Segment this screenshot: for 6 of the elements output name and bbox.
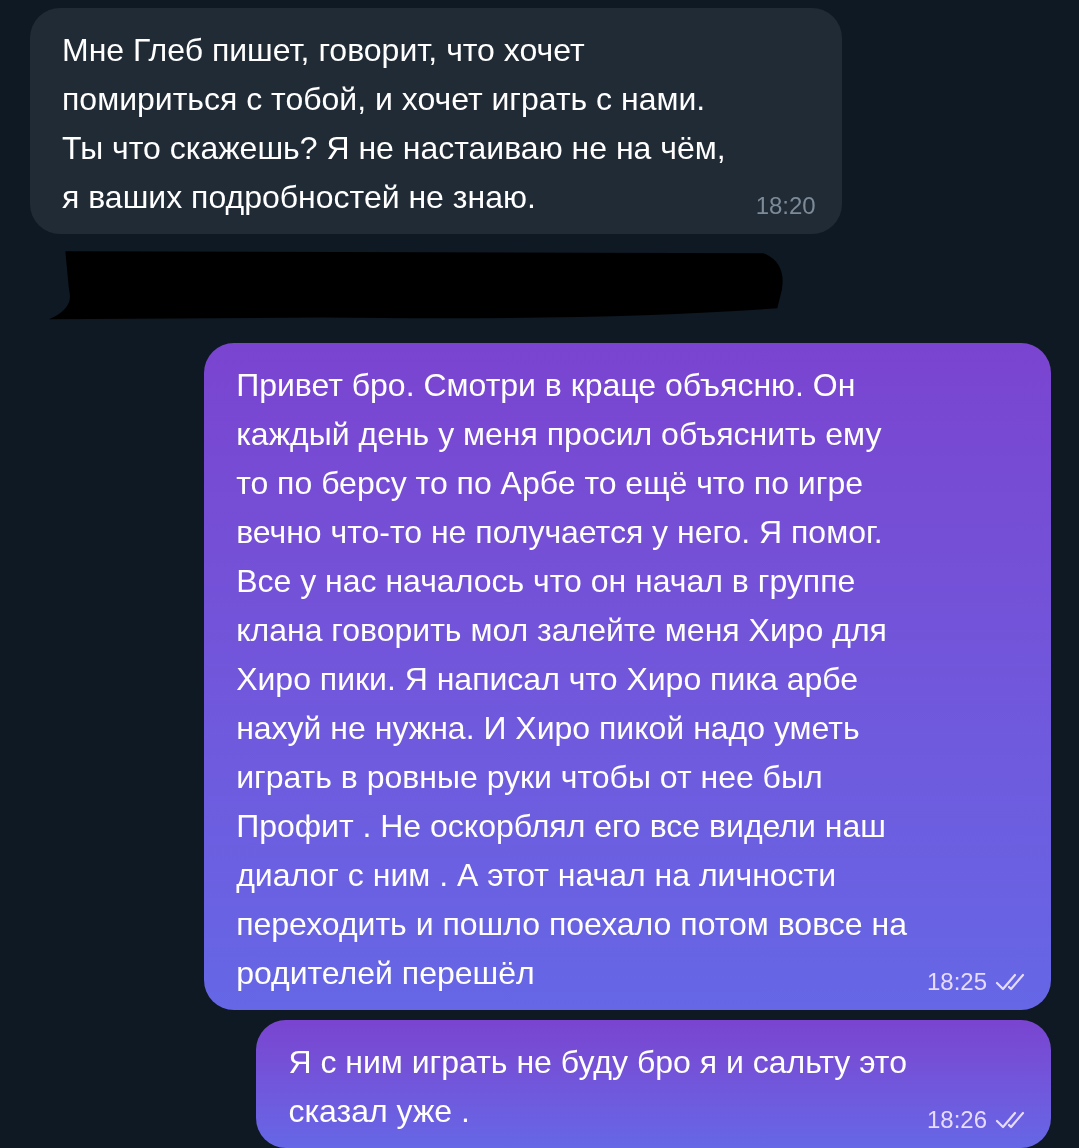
message-time: 18:20 xyxy=(755,191,816,221)
message-text: Мне Глеб пишет, говорит, что хочет помириться с тобой, и хочет играть с нами. Ты что скажешь? Я не настаиваю не на чём, я ваших подробностей не знаю. xyxy=(62,31,726,217)
message-time: 18:26 xyxy=(926,1105,987,1135)
message-time: 18:25 xyxy=(926,967,987,997)
message-text: Привет бро. Смотри в краце объясню. Он каждый день у меня просил объяснить ему то по берсу то по Арбе то ещё что по игре вечно что-то не получается у него. Я помог. Все у нас началось что он начал в группе клана говорить мол залейте меня Хиро для Хиро пики. Я написал что Хиро пика арбе нахуй не нужна. И Хиро пикой надо уметь играть в ровные руки чтобы от нее был Профит . Не оскорблял его все видели наш диалог с ним . А этот начал на личности переходить и пошло поехало потом вовсе на родителей перешёл xyxy=(236,366,907,993)
message-text: Я с ним играть не буду бро я и сальту это сказал уже . xyxy=(288,1043,907,1131)
